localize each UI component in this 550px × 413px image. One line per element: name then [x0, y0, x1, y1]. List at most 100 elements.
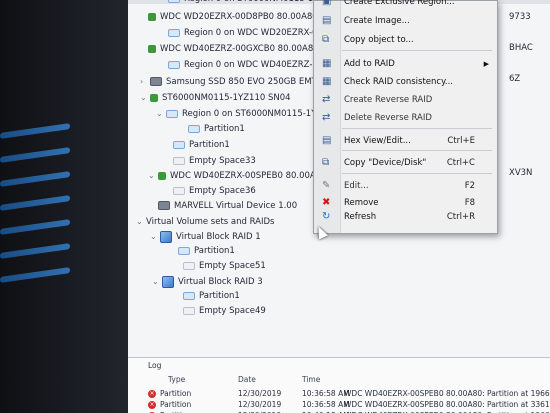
menu-item[interactable]: ⧉ Copy object to...: [314, 31, 497, 49]
tree-node[interactable]: Region 0 on WDC WD40EZRZ-00: [168, 58, 323, 73]
log-message: WDC WD40EZRX-00SPEB0 80.00A80: Partition…: [344, 400, 550, 409]
tree-node-label: Partition1: [194, 246, 235, 256]
menu-item[interactable]: ▦ Check RAID consistency...: [314, 73, 497, 91]
partition-icon: [188, 124, 200, 133]
menu-item[interactable]: ✎ Edit... F2: [314, 177, 497, 195]
disk-status-icon: [150, 93, 158, 102]
log-col-type[interactable]: Type: [168, 375, 185, 384]
expand-toggle-icon[interactable]: ⌄: [150, 229, 160, 244]
tree-node-label: Virtual Block RAID 1: [176, 232, 261, 242]
hard-drive-icon: [158, 201, 170, 210]
bezel-light: [0, 219, 70, 235]
tree-node-label: Empty Space36: [189, 186, 256, 196]
disk-status-icon: [148, 44, 156, 53]
bezel-light: [0, 243, 70, 259]
partition-icon: [173, 140, 185, 149]
menu-item[interactable]: ▤ Create Image...: [314, 12, 497, 30]
bezel-light: [0, 195, 70, 211]
menu-item[interactable]: ▤ Hex View/Edit... Ctrl+E: [314, 132, 497, 150]
reverse-raid-icon: ⇄: [322, 94, 331, 105]
image-icon: ▤: [322, 15, 332, 26]
log-col-date[interactable]: Date: [238, 375, 256, 384]
menu-item[interactable]: ▦ Add to RAID ▶: [314, 55, 497, 73]
log-col-time[interactable]: Time: [302, 375, 320, 384]
tree-node[interactable]: Partition1: [188, 122, 245, 137]
partition-icon: [166, 109, 178, 118]
app-window: Region 0 on ST6000NM0115-1YZ110WDC WD20E…: [128, 0, 550, 413]
tree-node[interactable]: ⌄ ST6000NM0115-1YZ110 SN04: [140, 90, 291, 105]
tree-node[interactable]: Region 0 on WDC WD20EZRX-00: [168, 26, 323, 41]
tree-node[interactable]: ⌄ Virtual Volume sets and RAIDs: [136, 214, 274, 229]
log-date: 12/30/2019: [238, 400, 282, 409]
tree-node-label: Virtual Block RAID 3: [178, 277, 263, 287]
tree-node[interactable]: Partition1: [173, 138, 230, 153]
menu-item[interactable]: ↻ Refresh Ctrl+R: [314, 208, 497, 226]
region-icon: ▣: [322, 0, 332, 7]
menu-separator: [342, 128, 492, 129]
error-icon: ×: [148, 390, 156, 398]
log-type: ×Partition: [148, 389, 192, 398]
menu-item-shortcut: F2: [464, 181, 475, 191]
tree-node-label: Region 0 on WDC WD20EZRX-00: [184, 28, 323, 38]
tree-node[interactable]: Partition1: [178, 244, 235, 259]
menu-separator: [342, 50, 492, 51]
copy-object-icon: ⧉: [322, 34, 330, 45]
tree-node-label: Region 0 on ST6000NM0115-1YZ: [182, 109, 323, 119]
tree-node[interactable]: Partition1: [183, 289, 240, 304]
expand-toggle-icon[interactable]: ⌄: [156, 106, 166, 121]
tree-node-label: Empty Space49: [199, 306, 266, 316]
context-menu[interactable]: ▣ Create Exclusive Region... ▤ Create Image…: [313, 0, 498, 234]
raid-icon: [160, 230, 172, 243]
menu-item-shortcut: Ctrl+C: [446, 158, 475, 168]
monitor-bezel: [0, 0, 138, 413]
tree-node[interactable]: Empty Space33: [173, 154, 256, 169]
tree-node-label: Region 0 on WDC WD40EZRZ-00: [184, 60, 324, 70]
edit-icon: ✎: [322, 180, 331, 191]
empty-space-icon: [183, 306, 195, 315]
tree-node[interactable]: ⌄ Virtual Block RAID 3: [152, 274, 263, 289]
empty-space-icon: [173, 156, 185, 165]
tree-node[interactable]: WDC WD40EZRZ-00GXCB0 80.00A80: [148, 42, 319, 57]
disk-status-icon: [158, 171, 166, 180]
menu-item[interactable]: ⇄ Delete Reverse RAID: [314, 109, 497, 127]
bezel-light: [0, 267, 70, 283]
bezel-light: [0, 147, 70, 163]
log-title: Log: [148, 361, 162, 370]
menu-item[interactable]: ▣ Create Exclusive Region...: [314, 0, 497, 11]
hard-drive-icon: [150, 77, 162, 86]
log-type: ×Partition: [148, 400, 192, 409]
log-time: 10:36:58 AM: [302, 400, 350, 409]
serial-fragment: BHAC: [509, 43, 533, 53]
tree-node[interactable]: Empty Space36: [173, 184, 256, 199]
expand-toggle-icon[interactable]: ⌄: [136, 214, 146, 229]
menu-separator: [342, 150, 492, 151]
raid-icon: [162, 275, 174, 288]
tree-node-label: Samsung SSD 850 EVO 250GB EMT02: [166, 77, 328, 87]
tree-node[interactable]: ⌄ WDC WD40EZRX-00SPEB0 80.00A80: [148, 168, 327, 183]
tree-node[interactable]: Empty Space49: [183, 304, 266, 319]
menu-item-label: Delete Reverse RAID: [344, 113, 432, 123]
add-raid-icon: ▦: [322, 58, 332, 69]
expand-toggle-icon[interactable]: ⌄: [140, 90, 150, 105]
empty-space-icon: [173, 186, 185, 195]
partition-icon: [168, 60, 180, 69]
expand-toggle-icon[interactable]: ⌄: [148, 168, 158, 183]
error-icon: ×: [148, 401, 156, 409]
menu-item[interactable]: ⇄ Create Reverse RAID: [314, 91, 497, 109]
tree-node[interactable]: Empty Space51: [183, 259, 266, 274]
expand-toggle-icon[interactable]: ⌄: [152, 274, 162, 289]
tree-node[interactable]: ⌄ Region 0 on ST6000NM0115-1YZ: [156, 106, 322, 121]
tree-node[interactable]: ⌄ Virtual Block RAID 1: [150, 229, 261, 244]
tree-node-label: Partition1: [204, 124, 245, 134]
menu-item-label: Hex View/Edit...: [344, 136, 411, 146]
menu-item-label: Create Exclusive Region...: [344, 0, 455, 7]
serial-fragment: 9733: [509, 12, 531, 22]
menu-item[interactable]: ⧉ Copy "Device/Disk" Ctrl+C: [314, 154, 497, 172]
tree-node[interactable]: MARVELL Virtual Device 1.00: [158, 199, 297, 214]
menu-item-label: Add to RAID: [344, 59, 395, 69]
log-date: 12/30/2019: [238, 389, 282, 398]
tree-node[interactable]: WDC WD20EZRX-00D8PB0 80.00A80: [148, 10, 318, 25]
hex-view-icon: ▤: [322, 135, 332, 146]
tree-node[interactable]: › Samsung SSD 850 EVO 250GB EMT02: [140, 74, 328, 89]
expand-toggle-icon[interactable]: ›: [140, 74, 150, 89]
